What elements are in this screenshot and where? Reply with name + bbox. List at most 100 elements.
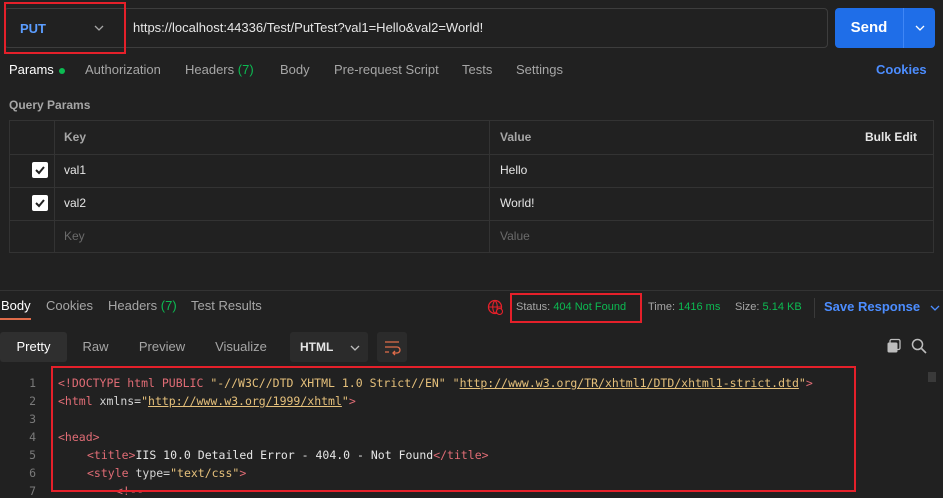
table-row: val1 Hello [10,154,933,188]
line-number: 7 [29,484,36,498]
url-input[interactable]: https://localhost:44336/Test/PutTest?val… [133,8,483,48]
tab-headers[interactable]: Headers (7) [185,62,254,77]
code-token: <!-- [116,484,144,498]
method-select[interactable]: PUT [10,8,120,48]
chevron-down-icon [930,305,940,311]
table-row-empty: Key Value [10,220,933,253]
response-tab-cookies[interactable]: Cookies [46,298,93,313]
param-key[interactable]: val2 [64,187,86,220]
checkmark-icon [35,199,45,208]
meta-divider [814,298,815,318]
code-line: <title>IIS 10.0 Detailed Error - 404.0 -… [87,448,489,462]
column-divider [489,187,490,220]
tab-headers-label: Headers [185,62,235,77]
time-value: 1416 ms [678,301,721,313]
param-value[interactable]: World! [500,187,534,220]
code-link[interactable]: http://www.w3.org/TR/xhtml1/DTD/xhtml1-s… [460,376,799,390]
code-token: > [805,376,813,390]
send-button[interactable]: Send [835,8,935,48]
code-line: <html xmlns="http://www.w3.org/1999/xhtm… [58,394,356,408]
tab-prerequest-script[interactable]: Pre-request Script [334,62,439,77]
code-line: <style type="text/css"> [87,466,246,480]
code-line: <!-- [116,484,144,498]
response-code-view[interactable]: 1 2 3 4 5 6 7 <!DOCTYPE html PUBLIC "-//… [0,372,943,498]
column-header-value: Value [500,130,532,144]
params-active-dot [58,67,65,74]
size-readout: Size: 5.14 KB [735,301,802,313]
code-token: xmlns= [92,394,142,408]
view-pretty-button[interactable]: Pretty [0,332,67,362]
code-token: IIS 10.0 Detailed Error - 404.0 - Not Fo… [135,448,434,462]
view-toolbar: Pretty Raw Preview Visualize HTML [0,332,943,362]
view-preview-button[interactable]: Preview [124,332,200,362]
response-headers-count: (7) [160,298,177,313]
tab-headers-count: (7) [237,62,254,77]
save-response-label: Save Response [824,299,921,314]
globe-error-icon[interactable] [487,299,504,318]
response-headers-label: Headers [108,298,158,313]
param-key[interactable]: val1 [64,154,86,187]
code-token: "text/css" [170,466,240,480]
line-number: 6 [29,466,36,480]
size-label: Size: [735,301,760,313]
row-checkbox[interactable] [32,162,48,178]
tab-body[interactable]: Body [280,62,310,77]
view-raw-button[interactable]: Raw [67,332,124,362]
chevron-down-icon [350,345,360,351]
code-scrollbar[interactable] [928,372,936,382]
header-checkbox-cell [10,121,55,154]
send-dropdown-icon[interactable] [904,8,935,48]
code-token: > [239,466,247,480]
code-token: <head> [58,430,100,444]
new-key-input[interactable]: Key [64,220,85,253]
code-token: type= [128,466,171,480]
save-response-button[interactable]: Save Response [824,299,940,314]
active-tab-indicator [0,318,31,320]
code-token: <style [87,466,129,480]
response-tab-body[interactable]: Body [1,298,31,313]
method-label: PUT [20,20,46,36]
send-label: Send [850,19,888,36]
format-select[interactable]: HTML [290,332,368,362]
wrap-lines-button[interactable] [377,332,407,362]
line-number: 4 [29,430,36,444]
row-checkbox[interactable] [32,195,48,211]
view-visualize-button[interactable]: Visualize [200,332,282,362]
table-header-row: Key Value Bulk Edit [10,121,933,155]
code-token: <!DOCTYPE html PUBLIC [58,376,211,390]
bulk-edit-button[interactable]: Bulk Edit [865,121,917,154]
response-divider[interactable] [0,290,943,291]
tab-tests[interactable]: Tests [462,62,492,77]
param-value[interactable]: Hello [500,154,527,187]
code-token: "-//W3C//DTD XHTML 1.0 Strict//EN" [210,376,446,390]
tab-authorization[interactable]: Authorization [85,62,161,77]
response-tab-test-results[interactable]: Test Results [191,298,262,313]
line-number: 3 [29,412,36,426]
code-line: <head> [58,430,100,444]
table-row: val2 World! [10,187,933,221]
line-number: 1 [29,376,36,390]
code-token: <html [58,394,93,408]
query-params-title: Query Params [9,98,91,112]
code-token: > [348,394,356,408]
line-number: 5 [29,448,36,462]
column-divider [489,121,490,154]
response-tabs: Body Cookies Headers (7) Test Results St… [0,298,943,320]
wrap-icon [385,341,401,356]
code-link[interactable]: http://www.w3.org/1999/xhtml [148,394,342,408]
tab-settings[interactable]: Settings [516,62,563,77]
cookies-link[interactable]: Cookies [876,62,927,77]
code-token: <title> [87,448,136,462]
query-params-table: Key Value Bulk Edit val1 Hello val2 Worl… [9,120,934,253]
time-readout: Time: 1416 ms [648,301,720,313]
copy-icon[interactable] [886,338,902,357]
tab-params-label: Params [9,62,54,77]
new-value-input[interactable]: Value [500,220,530,253]
request-tabs: Params Authorization Headers (7) Body Pr… [0,62,943,86]
checkbox-cell [10,220,55,253]
code-token: </title> [433,448,489,462]
format-label: HTML [300,340,334,354]
tab-params[interactable]: Params [9,62,65,77]
search-icon[interactable] [911,338,927,357]
response-tab-headers[interactable]: Headers (7) [108,298,177,313]
